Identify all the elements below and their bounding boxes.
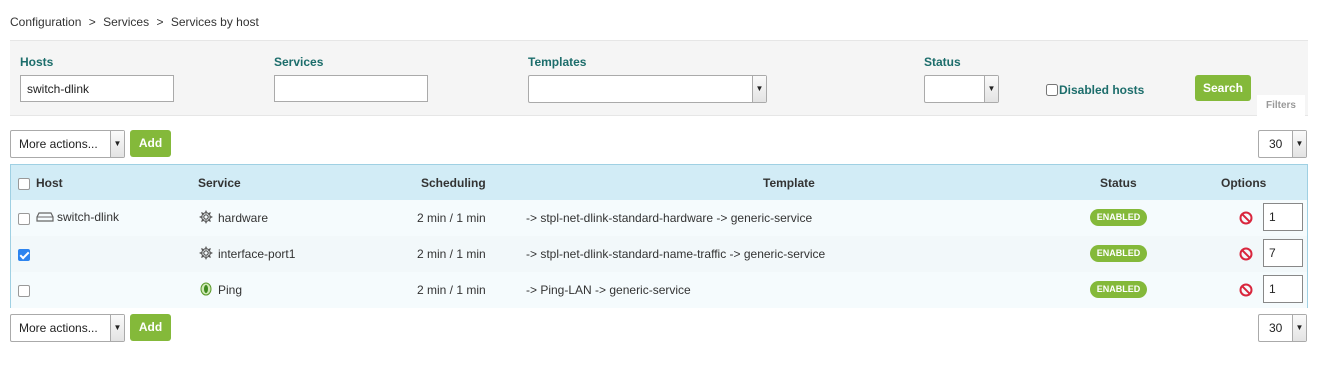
service-name-link[interactable]: hardware <box>218 211 268 225</box>
disabled-hosts-option[interactable]: Disabled hosts <box>1046 83 1144 97</box>
chevron-down-icon: ▼ <box>1292 315 1306 341</box>
column-host[interactable]: Host <box>36 176 63 190</box>
disable-icon[interactable] <box>1239 283 1253 297</box>
scheduling-value: 2 min / 1 min <box>417 247 486 261</box>
templates-filter-label: Templates <box>528 55 587 69</box>
per-page-value: 30 <box>1269 321 1283 335</box>
switch-icon <box>36 212 54 222</box>
breadcrumb-services-by-host[interactable]: Services by host <box>171 15 259 29</box>
templates-filter-select[interactable]: ▼ <box>528 75 767 103</box>
service-name-link[interactable]: interface-port1 <box>218 247 295 261</box>
breadcrumb-services[interactable]: Services <box>103 15 149 29</box>
services-filter-label: Services <box>274 55 324 69</box>
hosts-filter-input[interactable] <box>20 75 174 102</box>
breadcrumb-separator: > <box>88 15 96 29</box>
chevron-down-icon: ▼ <box>752 76 766 102</box>
more-actions-select-bottom[interactable]: More actions... ▼ <box>10 314 125 342</box>
gear-icon <box>199 246 213 260</box>
hosts-filter-label: Hosts <box>20 55 54 69</box>
more-actions-select-top[interactable]: More actions... ▼ <box>10 130 125 158</box>
table-row: interface-port1 2 min / 1 min -> stpl-ne… <box>11 236 1307 272</box>
select-all-checkbox[interactable] <box>18 178 30 190</box>
filter-panel: Hosts Services Templates ▼ Status ▼ Disa… <box>10 40 1308 117</box>
chevron-down-icon: ▼ <box>1292 131 1306 157</box>
status-filter-select[interactable]: ▼ <box>924 75 999 103</box>
chevron-down-icon: ▼ <box>984 76 998 102</box>
scheduling-value: 2 min / 1 min <box>417 283 486 297</box>
status-filter-label: Status <box>924 55 961 69</box>
chevron-down-icon: ▼ <box>110 315 124 341</box>
duplicate-count-input[interactable] <box>1263 239 1303 267</box>
add-button-bottom[interactable]: Add <box>130 314 171 341</box>
breadcrumb-separator: > <box>156 15 164 29</box>
status-badge: ENABLED <box>1090 209 1147 226</box>
breadcrumb: Configuration > Services > Services by h… <box>10 15 263 29</box>
column-scheduling: Scheduling <box>421 176 486 190</box>
table-header: Host Service Scheduling Template Status … <box>11 165 1307 200</box>
column-template: Template <box>763 176 815 190</box>
column-status: Status <box>1100 176 1137 190</box>
host-name-link[interactable]: switch-dlink <box>57 210 119 224</box>
table-row: Ping 2 min / 1 min -> Ping-LAN -> generi… <box>11 272 1307 308</box>
add-button-top[interactable]: Add <box>130 130 171 157</box>
filters-tab[interactable]: Filters <box>1257 95 1305 117</box>
service-name-link[interactable]: Ping <box>218 283 242 297</box>
disabled-hosts-label: Disabled hosts <box>1059 83 1145 97</box>
row-checkbox[interactable] <box>18 213 30 225</box>
chevron-down-icon: ▼ <box>110 131 124 157</box>
gear-icon <box>199 210 213 224</box>
services-table: Host Service Scheduling Template Status … <box>10 164 1308 308</box>
disabled-hosts-checkbox[interactable] <box>1046 84 1058 96</box>
column-options: Options <box>1221 176 1267 190</box>
more-actions-label: More actions... <box>19 321 98 335</box>
breadcrumb-configuration[interactable]: Configuration <box>10 15 81 29</box>
template-chain[interactable]: -> Ping-LAN -> generic-service <box>526 283 691 297</box>
more-actions-label: More actions... <box>19 137 98 151</box>
column-service[interactable]: Service <box>198 176 241 190</box>
scheduling-value: 2 min / 1 min <box>417 211 486 225</box>
per-page-value: 30 <box>1269 137 1283 151</box>
ping-icon <box>200 282 212 296</box>
row-checkbox[interactable] <box>18 285 30 297</box>
services-filter-input[interactable] <box>274 75 428 102</box>
table-row: switch-dlink hardware 2 min / 1 min -> s… <box>11 200 1307 236</box>
per-page-select-bottom[interactable]: 30 ▼ <box>1258 314 1307 342</box>
row-checkbox[interactable] <box>18 249 30 261</box>
disable-icon[interactable] <box>1239 211 1253 225</box>
disable-icon[interactable] <box>1239 247 1253 261</box>
status-badge: ENABLED <box>1090 245 1147 262</box>
duplicate-count-input[interactable] <box>1263 203 1303 231</box>
template-chain[interactable]: -> stpl-net-dlink-standard-name-traffic … <box>526 247 825 261</box>
status-badge: ENABLED <box>1090 281 1147 298</box>
duplicate-count-input[interactable] <box>1263 275 1303 303</box>
template-chain[interactable]: -> stpl-net-dlink-standard-hardware -> g… <box>526 211 812 225</box>
per-page-select-top[interactable]: 30 ▼ <box>1258 130 1307 158</box>
search-button[interactable]: Search <box>1195 75 1251 101</box>
